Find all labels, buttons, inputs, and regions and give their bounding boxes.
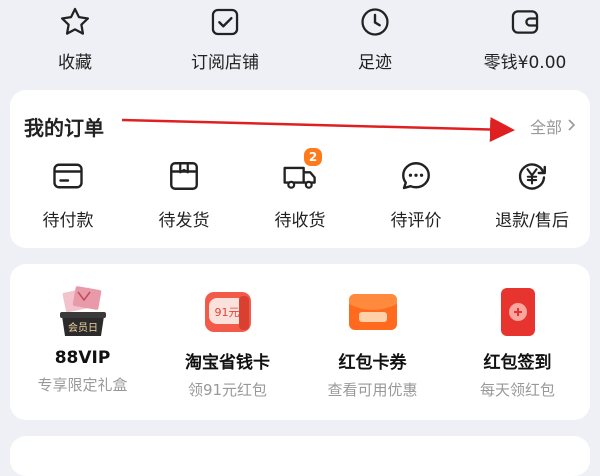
signin-envelope-icon: [487, 286, 549, 340]
service-red-envelope-coupons[interactable]: 红包卡券 查看可用优惠: [303, 286, 443, 400]
order-label: 待付款: [42, 211, 94, 231]
wallet-label: 零钱¥0.00: [483, 53, 567, 73]
order-label: 待评价: [390, 211, 442, 231]
service-subtitle: 领91元红包: [187, 381, 268, 399]
service-red-envelope-signin[interactable]: 红包签到 每天领红包: [448, 286, 588, 400]
subscribed-stores-label: 订阅店铺: [191, 53, 259, 73]
package-icon: [164, 156, 204, 196]
service-88vip[interactable]: 会员日 88VIP 专享限定礼盒: [13, 286, 153, 400]
order-pending-review[interactable]: 待评价: [361, 156, 471, 231]
my-orders-title: 我的订单: [24, 116, 104, 140]
view-all-label: 全部: [529, 118, 562, 137]
order-pending-receipt[interactable]: 2 待收货: [245, 146, 355, 231]
favorites-link[interactable]: 收藏: [0, 0, 150, 88]
chat-bubble-icon: [396, 156, 436, 196]
order-status-row: 待付款 待发货 2 待收货 待评价 退款/售后: [10, 146, 590, 231]
service-subtitle: 每天领红包: [479, 381, 555, 399]
next-section-card: [10, 436, 590, 476]
quick-links-row: 收藏 订阅店铺 足迹 零钱¥0.00: [0, 0, 600, 88]
vip-giftbox-icon: 会员日: [52, 286, 114, 340]
favorites-label: 收藏: [58, 53, 92, 73]
savings-card-icon: 91元: [197, 286, 259, 340]
yen-refund-icon: [512, 156, 552, 196]
services-row: 会员日 88VIP 专享限定礼盒 91元 淘宝省钱卡 领91元红包 红包卡券 查…: [10, 286, 590, 400]
service-title: 红包签到: [483, 353, 552, 373]
order-label: 待发货: [158, 211, 210, 231]
subscribed-stores-link[interactable]: 订阅店铺: [150, 0, 300, 88]
services-card: 会员日 88VIP 专享限定礼盒 91元 淘宝省钱卡 领91元红包 红包卡券 查…: [10, 264, 590, 420]
savings-card-text: 91元: [214, 306, 239, 319]
truck-icon: 2: [280, 146, 324, 196]
vip-box-text: 会员日: [68, 321, 98, 334]
footprints-link[interactable]: 足迹: [300, 0, 450, 88]
order-label: 退款/售后: [495, 211, 569, 231]
service-title: 淘宝省钱卡: [185, 353, 270, 373]
wallet-icon: [505, 2, 545, 42]
chevron-right-icon: [566, 117, 576, 136]
clock-icon: [355, 2, 395, 42]
order-refund-aftersales[interactable]: 退款/售后: [477, 156, 587, 231]
service-subtitle: 专享限定礼盒: [37, 376, 128, 394]
view-all-orders-link[interactable]: 全部: [530, 114, 576, 138]
red-envelope-icon: [342, 286, 404, 340]
star-icon: [55, 2, 95, 42]
card-icon: [48, 156, 88, 196]
wallet-link[interactable]: 零钱¥0.00: [450, 0, 600, 88]
service-title: 88VIP: [54, 348, 111, 368]
service-subtitle: 查看可用优惠: [327, 381, 418, 399]
order-label: 待收货: [274, 211, 326, 231]
service-savings-card[interactable]: 91元 淘宝省钱卡 领91元红包: [158, 286, 298, 400]
service-title: 红包卡券: [338, 353, 407, 373]
my-orders-card: 我的订单 全部 待付款 待发货 2 待收货 待评价 退款/售后: [10, 90, 590, 248]
order-count-badge: 2: [302, 146, 324, 168]
footprints-label: 足迹: [358, 53, 392, 73]
order-pending-payment[interactable]: 待付款: [13, 156, 123, 231]
order-pending-shipment[interactable]: 待发货: [129, 156, 239, 231]
checkbox-icon: [205, 2, 245, 42]
